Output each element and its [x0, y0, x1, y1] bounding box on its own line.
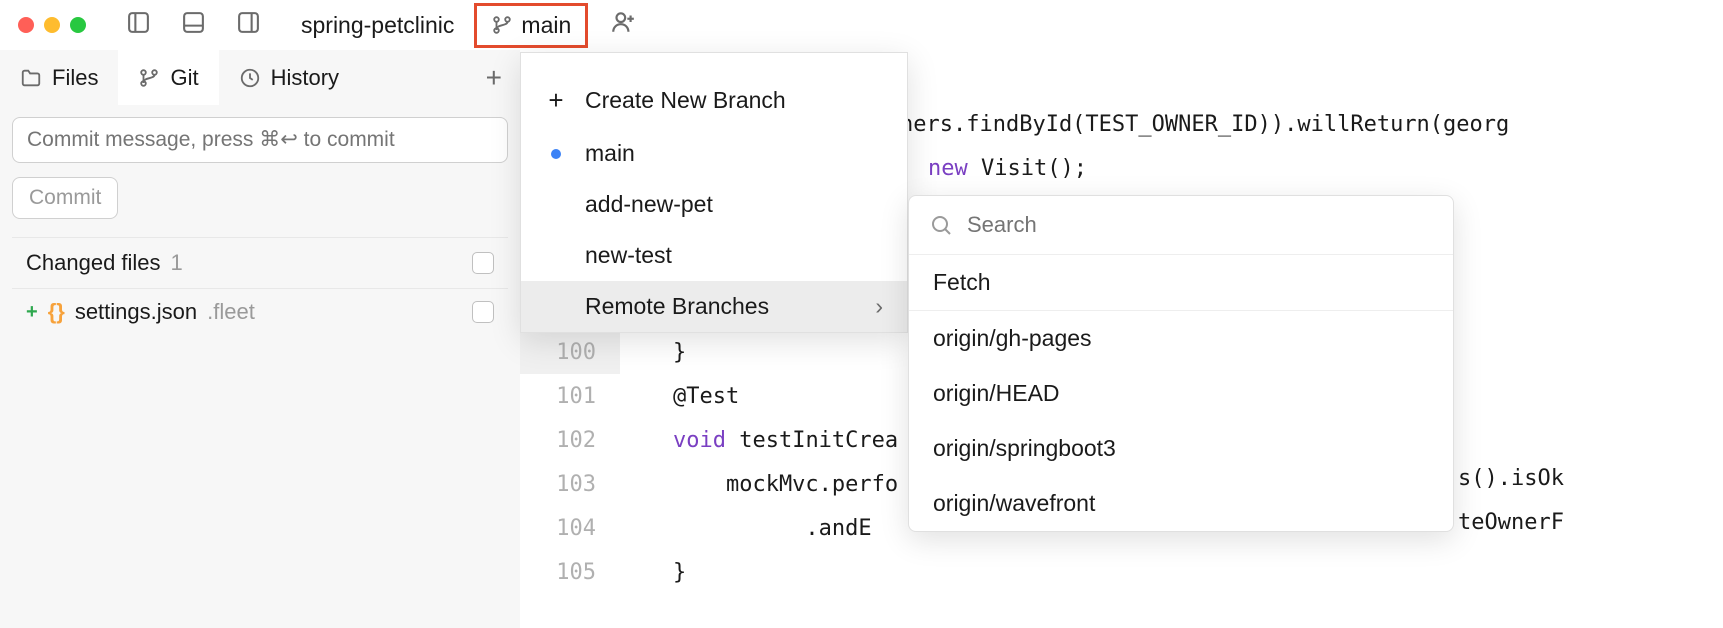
window-zoom-icon[interactable]	[70, 17, 86, 33]
keyword: new	[928, 156, 968, 181]
window-minimize-icon[interactable]	[44, 17, 60, 33]
remote-branch-item[interactable]: origin/gh-pages	[909, 311, 1453, 366]
code-text: }	[620, 560, 686, 585]
code-text: }	[620, 340, 686, 365]
folder-icon	[20, 67, 42, 89]
changed-files-count: 1	[171, 250, 183, 276]
add-user-icon[interactable]	[610, 9, 636, 41]
project-name[interactable]: spring-petclinic	[301, 12, 454, 39]
left-panel-icon[interactable]	[126, 10, 151, 41]
file-added-icon: +	[26, 301, 38, 324]
select-all-checkbox[interactable]	[472, 252, 494, 274]
history-icon	[239, 67, 261, 89]
code-text: void testInitCrea	[620, 428, 898, 453]
branch-name: new-test	[585, 242, 672, 269]
changed-files-label: Changed files	[26, 250, 161, 276]
code-fragment: ners.findById(TEST_OWNER_ID)).willReturn…	[900, 112, 1509, 137]
panel-toggle-icons	[126, 10, 261, 41]
code-fragment: new Visit();	[928, 156, 1087, 181]
code-line[interactable]: 105 }	[520, 550, 1723, 594]
remote-branch-item[interactable]: origin/HEAD	[909, 366, 1453, 421]
file-directory: .fleet	[207, 299, 255, 325]
branch-name: main	[585, 140, 635, 167]
remote-branches-popup: Fetch origin/gh-pages origin/HEAD origin…	[908, 195, 1454, 532]
create-branch-label: Create New Branch	[585, 87, 786, 114]
code-fragment: s().isOk	[1458, 466, 1564, 491]
branch-name: add-new-pet	[585, 191, 713, 218]
chevron-right-icon: ›	[875, 293, 883, 320]
remote-branch-item[interactable]: origin/wavefront	[909, 476, 1453, 531]
file-name: settings.json	[75, 299, 197, 325]
bottom-panel-icon[interactable]	[181, 10, 206, 41]
remote-search-input[interactable]	[967, 212, 1433, 238]
tab-history[interactable]: History	[219, 50, 359, 105]
branch-label: main	[521, 12, 571, 39]
sidebar-content: Commit Changed files 1 + {} settings.jso…	[0, 105, 520, 628]
line-number: 103	[520, 472, 620, 497]
git-branch-icon	[138, 67, 160, 89]
titlebar: spring-petclinic main	[0, 0, 1723, 50]
changed-files-header[interactable]: Changed files 1	[12, 237, 508, 289]
commit-button[interactable]: Commit	[12, 177, 118, 219]
code-text: mockMvc.perfo	[620, 472, 898, 497]
code-text: Visit();	[968, 156, 1087, 181]
tab-git[interactable]: Git	[118, 50, 218, 105]
line-number: 102	[520, 428, 620, 453]
plus-icon: +	[545, 85, 567, 116]
remote-search-row	[909, 196, 1453, 255]
add-tab-button[interactable]: +	[486, 62, 502, 94]
tab-history-label: History	[271, 65, 339, 91]
line-number: 101	[520, 384, 620, 409]
create-branch-item[interactable]: + Create New Branch	[521, 73, 907, 128]
commit-message-input[interactable]	[12, 117, 508, 163]
git-branch-icon	[491, 14, 513, 36]
branch-item-main[interactable]: main	[521, 128, 907, 179]
right-panel-icon[interactable]	[236, 10, 261, 41]
remote-branches-label: Remote Branches	[585, 293, 769, 320]
code-text: @Test	[620, 384, 739, 409]
line-number: 104	[520, 516, 620, 541]
fetch-item[interactable]: Fetch	[909, 255, 1453, 310]
line-number: 105	[520, 560, 620, 585]
window-controls	[18, 17, 86, 33]
branch-popup: + Create New Branch main add-new-pet new…	[520, 52, 908, 333]
code-fragment: teOwnerF	[1458, 510, 1564, 535]
tab-files[interactable]: Files	[0, 50, 118, 105]
sidebar: Files Git History + Commit Changed files…	[0, 50, 520, 628]
branch-item[interactable]: new-test	[521, 230, 907, 281]
branch-item[interactable]: add-new-pet	[521, 179, 907, 230]
changed-file-row[interactable]: + {} settings.json .fleet	[12, 289, 508, 335]
current-branch-dot-icon	[551, 149, 561, 159]
remote-branch-item[interactable]: origin/springboot3	[909, 421, 1453, 476]
search-icon	[929, 213, 953, 237]
tab-git-label: Git	[170, 65, 198, 91]
tab-files-label: Files	[52, 65, 98, 91]
code-text: .andE	[620, 516, 872, 541]
json-file-icon: {}	[48, 299, 65, 325]
line-number: 100	[520, 340, 620, 365]
remote-branches-item[interactable]: Remote Branches ›	[521, 281, 907, 332]
file-checkbox[interactable]	[472, 301, 494, 323]
window-close-icon[interactable]	[18, 17, 34, 33]
branch-selector-button[interactable]: main	[474, 3, 588, 48]
sidebar-tabs: Files Git History +	[0, 50, 520, 105]
